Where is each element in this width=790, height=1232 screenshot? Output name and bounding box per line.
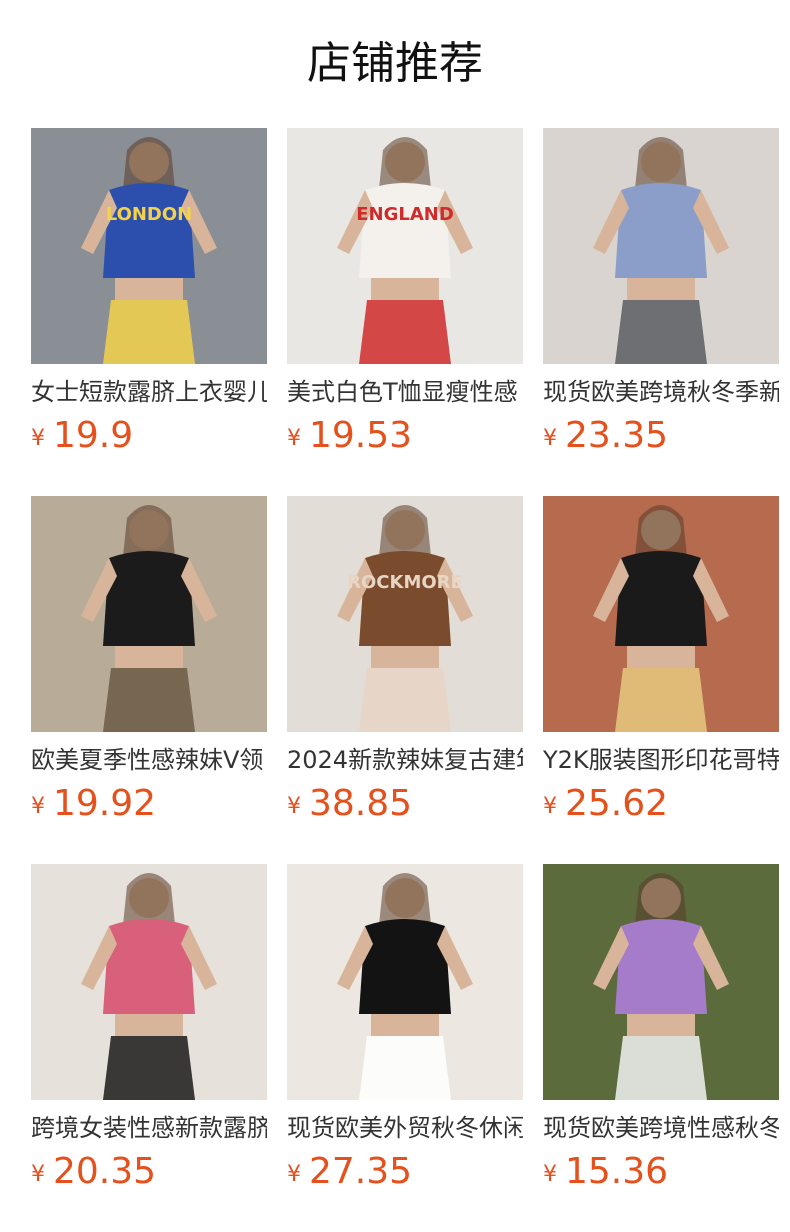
product-name[interactable]: 现货欧美跨境秋冬季新 [543,376,779,408]
product-price: ¥38.85 [287,782,412,826]
currency-symbol: ¥ [31,1162,45,1187]
svg-text:ROCKMORE: ROCKMORE [347,572,463,593]
product-image[interactable] [543,128,779,364]
svg-text:ENGLAND: ENGLAND [356,204,454,225]
currency-symbol: ¥ [543,794,557,819]
price-value: 19.53 [309,415,413,456]
price-value: 20.35 [53,1151,157,1192]
price-value: 25.62 [565,783,669,824]
product-name[interactable]: 女士短款露脐上衣婴儿 [31,376,267,408]
product-name[interactable]: 欧美夏季性感辣妹V领 [31,744,267,776]
price-value: 19.9 [53,415,134,456]
product-price: ¥25.62 [543,782,668,826]
currency-symbol: ¥ [31,426,45,451]
currency-symbol: ¥ [287,426,301,451]
product-name[interactable]: 美式白色T恤显瘦性感 [287,376,523,408]
product-name[interactable]: Y2K服装图形印花哥特 [543,744,779,776]
product-price: ¥15.36 [543,1150,668,1194]
currency-symbol: ¥ [543,426,557,451]
product-name[interactable]: 现货欧美跨境性感秋冬 [543,1112,779,1144]
page-title: 店铺推荐 [307,38,483,89]
product-price: ¥27.35 [287,1150,412,1194]
currency-symbol: ¥ [31,794,45,819]
product-price: ¥19.53 [287,414,412,458]
product-image[interactable] [543,864,779,1100]
product-name[interactable]: 2024新款辣妹复古建筑 [287,744,523,776]
svg-text:LONDON: LONDON [106,204,193,225]
product-image[interactable] [543,496,779,732]
currency-symbol: ¥ [287,1162,301,1187]
price-value: 19.92 [53,783,157,824]
product-image[interactable] [287,864,523,1100]
product-image[interactable] [31,496,267,732]
price-value: 15.36 [565,1151,669,1192]
price-value: 38.85 [309,783,413,824]
price-value: 27.35 [309,1151,413,1192]
product-image[interactable]: LONDON [31,128,267,364]
product-name[interactable]: 现货欧美外贸秋冬休闲 [287,1112,523,1144]
product-image[interactable]: ROCKMORE [287,496,523,732]
product-price: ¥19.9 [31,414,133,458]
product-price: ¥19.92 [31,782,156,826]
currency-symbol: ¥ [543,1162,557,1187]
product-price: ¥20.35 [31,1150,156,1194]
product-image[interactable] [31,864,267,1100]
product-name[interactable]: 跨境女装性感新款露脐 [31,1112,267,1144]
price-value: 23.35 [565,415,669,456]
product-price: ¥23.35 [543,414,668,458]
product-image[interactable]: ENGLAND [287,128,523,364]
currency-symbol: ¥ [287,794,301,819]
